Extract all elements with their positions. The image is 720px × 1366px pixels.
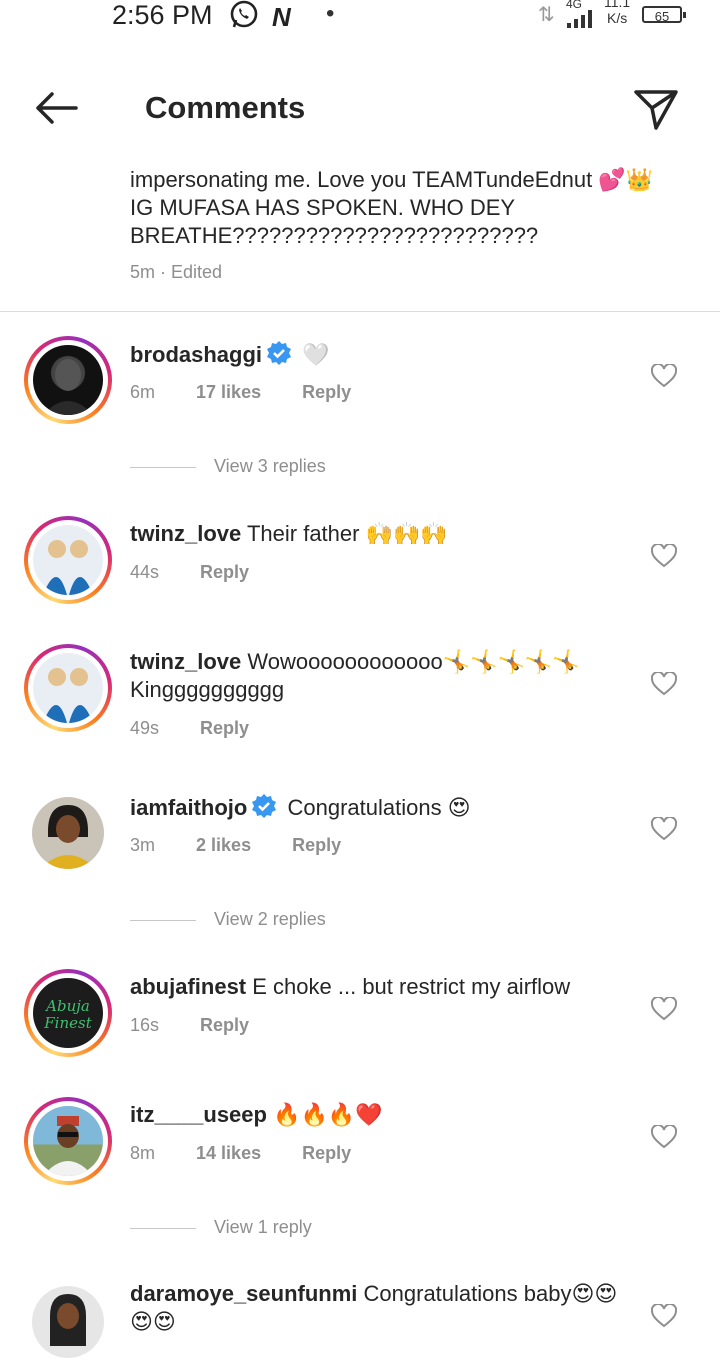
view-replies-link[interactable]: View 1 reply [130, 1217, 312, 1238]
avatar-logo-text: Abuja [44, 997, 90, 1015]
comment-text: itz____useep 🔥🔥🔥❤️ [130, 1101, 610, 1129]
comment-time: 6m [130, 382, 156, 402]
comment-text: abujafinest E choke ... but restrict my … [130, 973, 610, 1001]
avatar[interactable] [24, 644, 112, 732]
comment-username[interactable]: iamfaithojo [130, 795, 247, 820]
comment-body: E choke ... but restrict my airflow [252, 974, 571, 999]
data-transfer-icon: ⇅ [538, 4, 555, 26]
heart-icon[interactable] [650, 362, 678, 393]
reply-button[interactable]: Reply [292, 835, 341, 855]
view-replies-label: View 1 reply [214, 1217, 312, 1237]
likes-count[interactable]: 17 likes [196, 382, 261, 402]
reply-button[interactable]: Reply [200, 718, 249, 738]
view-replies-label: View 2 replies [214, 909, 326, 929]
send-icon[interactable] [632, 88, 680, 137]
heart-icon[interactable] [650, 995, 678, 1026]
comment-time: 8m [130, 1143, 156, 1163]
page-title: Comments [145, 90, 306, 125]
signal-icon [567, 8, 597, 33]
back-arrow-icon[interactable] [32, 88, 80, 133]
comment-time: 44s [130, 562, 160, 582]
heart-icon[interactable] [650, 1302, 678, 1333]
comment-text: brodashaggi 🤍 [130, 340, 610, 373]
battery-icon: 65 [642, 6, 686, 24]
comment-meta: 8m 14 likes Reply [130, 1143, 387, 1164]
verified-badge-icon [251, 793, 277, 826]
avatar[interactable] [24, 1097, 112, 1185]
comment-text: twinz_love Their father 🙌🙌🙌 [130, 520, 610, 548]
comment-username[interactable]: abujafinest [130, 974, 246, 999]
caption-time: 5m [130, 262, 156, 282]
comment-username[interactable]: brodashaggi [130, 342, 262, 367]
comment-text: daramoye_seunfunmi Congratulations baby😍… [130, 1280, 630, 1336]
comment-meta: 44s Reply [130, 562, 285, 583]
comment-username[interactable]: twinz_love [130, 521, 241, 546]
heart-icon[interactable] [650, 542, 678, 573]
likes-count[interactable]: 14 likes [196, 1143, 261, 1163]
reply-button[interactable]: Reply [302, 1143, 351, 1163]
view-replies-link[interactable]: View 3 replies [130, 456, 326, 477]
comment-text: twinz_love Wowoooooooooooo🤸🤸🤸🤸🤸Kingggggg… [130, 648, 600, 704]
verified-badge-icon [266, 340, 292, 373]
comment-username[interactable]: itz____useep [130, 1102, 267, 1127]
comment-body: 🔥🔥🔥❤️ [273, 1102, 383, 1127]
heart-icon[interactable] [650, 670, 678, 701]
heart-icon[interactable] [650, 815, 678, 846]
comment-meta: 3m 2 likes Reply [130, 835, 377, 856]
view-replies-link[interactable]: View 2 replies [130, 909, 326, 930]
network-speed: 11.1 K/s [604, 0, 630, 26]
comment-username[interactable]: twinz_love [130, 649, 241, 674]
avatar[interactable] [24, 1278, 112, 1366]
comment-body: Congratulations 😍 [287, 795, 471, 820]
caption-edited: Edited [171, 262, 223, 282]
comment-time: 49s [130, 718, 160, 738]
notification-app-icon: N [272, 2, 291, 32]
reply-button[interactable]: Reply [200, 562, 249, 582]
avatar[interactable]: Abuja Finest [24, 969, 112, 1057]
view-replies-label: View 3 replies [214, 456, 326, 476]
more-notifications-icon: • [326, 0, 335, 27]
comment-username[interactable]: daramoye_seunfunmi [130, 1281, 357, 1306]
heart-icon[interactable] [650, 1123, 678, 1154]
speed-unit: K/s [606, 10, 628, 26]
comment-body: Their father 🙌🙌🙌 [246, 521, 448, 546]
avatar[interactable] [24, 516, 112, 604]
status-bar: 2:56 PM N • ⇅ 4G 11.1 K/s 65 [0, 0, 720, 40]
divider [0, 311, 720, 312]
reply-button[interactable]: Reply [302, 382, 351, 402]
status-time: 2:56 PM [112, 0, 213, 30]
svg-text:Finest: Finest [43, 1014, 92, 1032]
post-caption: impersonating me. Love you TEAMTundeEdnu… [130, 167, 654, 248]
comment-meta: 49s Reply [130, 718, 285, 739]
likes-count[interactable]: 2 likes [196, 835, 251, 855]
speed-value: 11.1 [604, 0, 631, 10]
comment-time: 16s [130, 1015, 160, 1035]
comment-time: 3m [130, 835, 156, 855]
comment-meta: 16s Reply [130, 1015, 285, 1036]
comment-body: 🤍 [302, 342, 330, 367]
avatar[interactable] [24, 336, 112, 424]
whatsapp-icon [229, 0, 259, 35]
reply-button[interactable]: Reply [200, 1015, 249, 1035]
header: Comments [0, 70, 720, 150]
comment-text: iamfaithojo Congratulations 😍 [130, 793, 610, 826]
avatar[interactable] [24, 789, 112, 877]
comment-meta: 6m 17 likes Reply [130, 382, 387, 403]
caption-meta: 5m · Edited [130, 262, 223, 282]
